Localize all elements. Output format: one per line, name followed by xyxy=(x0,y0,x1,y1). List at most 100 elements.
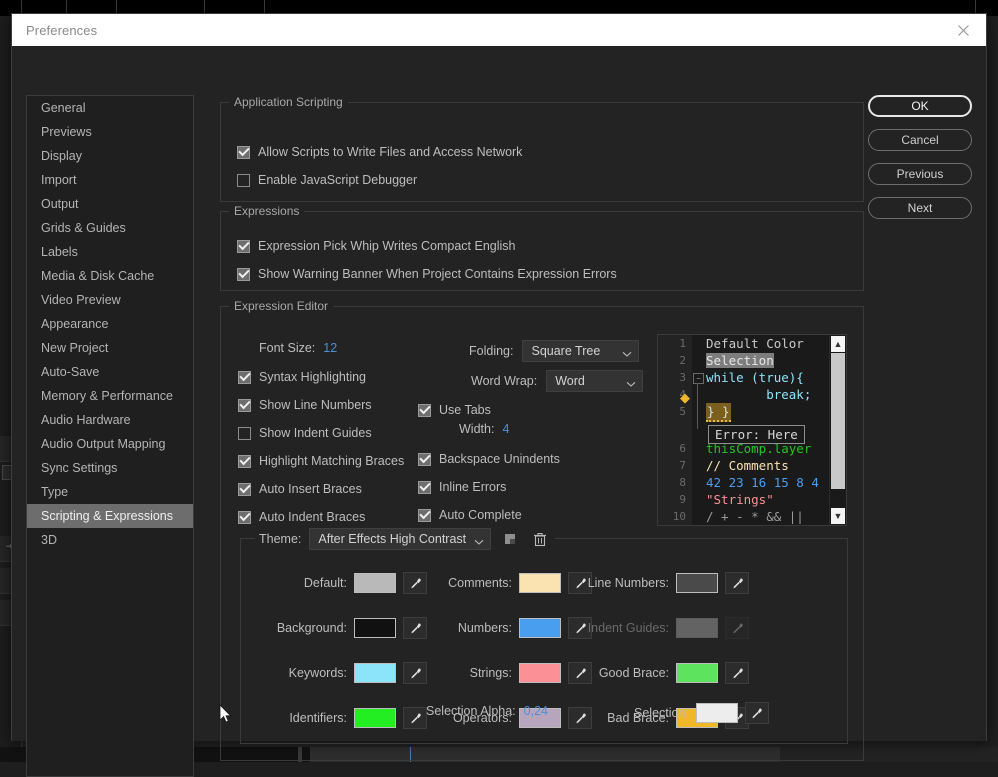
folding-value: Square Tree xyxy=(531,344,601,358)
code-line-text: while (true){ xyxy=(706,370,804,385)
preview-code: Default Color Selection while (true){ brea… xyxy=(704,335,829,525)
sidebar-item-label: Type xyxy=(41,485,69,499)
color-swatch[interactable] xyxy=(354,573,396,593)
ok-button[interactable]: OK xyxy=(868,95,972,117)
code-line-text: // Comments xyxy=(706,458,789,473)
eyedropper-icon[interactable] xyxy=(725,572,749,594)
sidebar-item-label: Grids & Guides xyxy=(41,221,126,235)
color-swatch xyxy=(676,618,718,638)
sidebar-item-media-disk-cache[interactable]: Media & Disk Cache xyxy=(27,264,193,288)
selection-color-label: Selection: xyxy=(634,706,689,720)
color-swatch[interactable] xyxy=(354,708,396,728)
preview-scrollbar[interactable]: ▲ ▼ xyxy=(829,335,846,525)
checkbox-auto-complete[interactable]: Auto Complete xyxy=(418,508,560,522)
sidebar-item-auto-save[interactable]: Auto-Save xyxy=(27,360,193,384)
code-line: 42 23 16 15 8 4 xyxy=(704,474,829,491)
sidebar-item-type[interactable]: Type xyxy=(27,480,193,504)
checkbox-show-warning-banner[interactable]: Show Warning Banner When Project Contain… xyxy=(237,267,617,281)
preferences-category-list[interactable]: General Previews Display Import Output Grids … xyxy=(26,95,194,777)
theme-color-label: Strings: xyxy=(469,666,512,680)
sidebar-item-audio-hardware[interactable]: Audio Hardware xyxy=(27,408,193,432)
expression-preview[interactable]: 1 2 3 4 5 6 7 8 9 10 − ◆ Default Color Selection wh… xyxy=(657,334,847,526)
sidebar-item-new-project[interactable]: New Project xyxy=(27,336,193,360)
expressions-group: Expressions Expression Pick Whip Writes … xyxy=(220,204,864,291)
sidebar-item-scripting-expressions[interactable]: Scripting & Expressions xyxy=(27,504,193,528)
selection-color-field: Selection: xyxy=(634,702,769,724)
sidebar-item-sync-settings[interactable]: Sync Settings xyxy=(27,456,193,480)
sidebar-item-appearance[interactable]: Appearance xyxy=(27,312,193,336)
color-swatch[interactable] xyxy=(676,663,718,683)
sidebar-item-3d[interactable]: 3D xyxy=(27,528,193,552)
sidebar-item-memory-performance[interactable]: Memory & Performance xyxy=(27,384,193,408)
sidebar-item-labels[interactable]: Labels xyxy=(27,240,193,264)
tab-width-field[interactable]: Width: 4 xyxy=(459,422,509,436)
sidebar-item-display[interactable]: Display xyxy=(27,144,193,168)
checkbox-syntax-highlighting[interactable]: Syntax Highlighting xyxy=(238,370,404,384)
scroll-up-icon[interactable]: ▲ xyxy=(831,336,845,352)
checkbox-label: Auto Insert Braces xyxy=(259,482,362,496)
color-swatch[interactable] xyxy=(676,573,718,593)
checkbox-inline-errors[interactable]: Inline Errors xyxy=(418,480,560,494)
preview-fold-column[interactable]: − ◆ xyxy=(680,335,704,525)
checkbox-auto-insert-braces[interactable]: Auto Insert Braces xyxy=(238,482,404,496)
checkbox-allow-scripts[interactable]: Allow Scripts to Write Files and Access … xyxy=(237,145,522,159)
color-swatch[interactable] xyxy=(519,618,561,638)
sidebar-item-output[interactable]: Output xyxy=(27,192,193,216)
eyedropper-icon[interactable] xyxy=(744,702,769,724)
checkbox-use-tabs[interactable]: Use Tabs xyxy=(418,403,491,417)
color-swatch[interactable] xyxy=(519,573,561,593)
sidebar-item-grids-guides[interactable]: Grids & Guides xyxy=(27,216,193,240)
expressions-legend: Expressions xyxy=(229,204,305,218)
selection-color-swatch[interactable] xyxy=(695,703,738,723)
checkbox-indicator xyxy=(237,239,250,253)
word-wrap-row: Word Wrap: Word xyxy=(471,370,644,392)
eyedropper-icon xyxy=(725,617,749,639)
code-line-text: "Strings" xyxy=(706,492,774,507)
code-line: Selection xyxy=(704,352,829,369)
color-swatch[interactable] xyxy=(354,663,396,683)
checkbox-pick-whip-compact-english[interactable]: Expression Pick Whip Writes Compact Engl… xyxy=(237,239,516,253)
line-number: 7 xyxy=(679,459,686,472)
scrollbar-thumb[interactable] xyxy=(831,353,845,489)
tab-width-value[interactable]: 4 xyxy=(502,422,509,436)
eyedropper-icon[interactable] xyxy=(725,662,749,684)
dialog-body: General Previews Display Import Output Grids … xyxy=(12,46,986,777)
code-line-text: 42 23 16 15 8 4 xyxy=(706,475,819,490)
font-size-field[interactable]: Font Size: 12 xyxy=(259,341,337,355)
folding-select[interactable]: Square Tree xyxy=(522,340,640,362)
font-size-value[interactable]: 12 xyxy=(323,341,337,355)
sidebar-item-general[interactable]: General xyxy=(27,96,193,120)
chevron-down-icon xyxy=(626,376,636,387)
next-button[interactable]: Next xyxy=(868,197,972,219)
checkbox-enable-js-debugger[interactable]: Enable JavaScript Debugger xyxy=(237,173,417,187)
duplicate-icon[interactable] xyxy=(499,528,521,550)
color-swatch[interactable] xyxy=(354,618,396,638)
close-icon[interactable] xyxy=(950,17,976,43)
theme-color-label: Background: xyxy=(276,621,347,635)
checkbox-indicator xyxy=(418,480,431,494)
sidebar-item-label: Auto-Save xyxy=(41,365,100,379)
checkbox-show-line-numbers[interactable]: Show Line Numbers xyxy=(238,398,404,412)
fold-collapse-icon[interactable]: − xyxy=(693,373,704,384)
checkbox-highlight-matching-braces[interactable]: Highlight Matching Braces xyxy=(238,454,404,468)
sidebar-item-previews[interactable]: Previews xyxy=(27,120,193,144)
cancel-button[interactable]: Cancel xyxy=(868,129,972,151)
scroll-down-icon[interactable]: ▼ xyxy=(831,508,845,524)
checkbox-auto-indent-braces[interactable]: Auto Indent Braces xyxy=(238,510,404,524)
theme-color-good-brace: Good Brace: xyxy=(579,662,749,684)
color-swatch[interactable] xyxy=(519,663,561,683)
sidebar-item-video-preview[interactable]: Video Preview xyxy=(27,288,193,312)
checkbox-label: Auto Complete xyxy=(439,508,522,522)
trash-icon[interactable] xyxy=(529,528,551,550)
checkbox-backspace-unindents[interactable]: Backspace Unindents xyxy=(418,452,560,466)
code-line-text: Selection xyxy=(706,353,774,368)
previous-button[interactable]: Previous xyxy=(868,163,972,185)
selection-alpha-value[interactable]: 0,24 xyxy=(524,704,548,718)
checkbox-label: Backspace Unindents xyxy=(439,452,560,466)
selection-alpha-field[interactable]: Selection Alpha: 0,24 xyxy=(426,704,548,718)
theme-select[interactable]: After Effects High Contrast xyxy=(309,528,492,550)
checkbox-show-indent-guides[interactable]: Show Indent Guides xyxy=(238,426,404,440)
word-wrap-select[interactable]: Word xyxy=(546,370,644,392)
sidebar-item-audio-output-mapping[interactable]: Audio Output Mapping xyxy=(27,432,193,456)
sidebar-item-import[interactable]: Import xyxy=(27,168,193,192)
